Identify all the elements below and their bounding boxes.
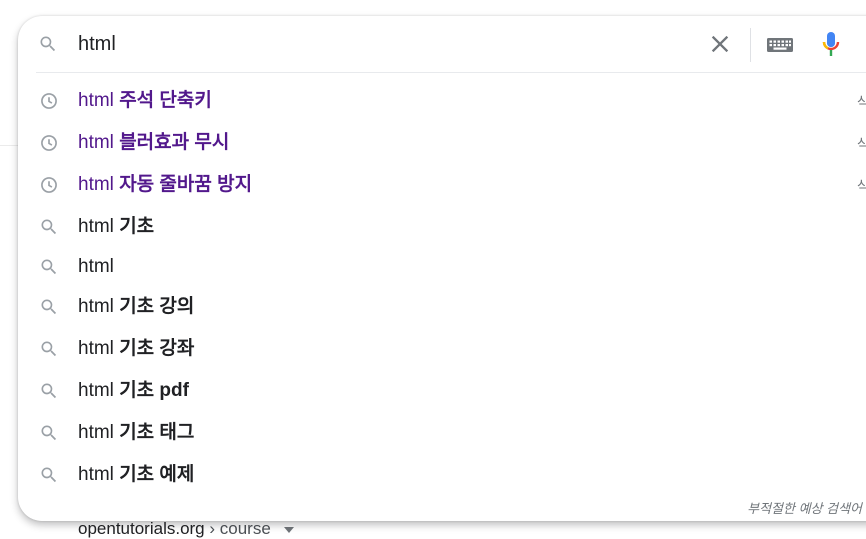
suggestion-text: html 기초 강좌 <box>78 338 194 360</box>
suggestion-text: html 자동 줄바꿈 방지 <box>78 174 252 196</box>
remove-link[interactable]: 삭 <box>857 134 866 154</box>
suggestion-item[interactable]: html 기초 강의 <box>18 286 866 328</box>
suggestion-prefix: html <box>78 422 114 443</box>
microphone-icon[interactable] <box>819 30 843 60</box>
search-bar: html <box>18 16 866 72</box>
search-icon <box>41 383 57 399</box>
suggestion-text: html 기초 예제 <box>78 464 194 486</box>
report-predictions-link[interactable]: 부적절한 예상 검색어 <box>747 498 862 517</box>
search-icon <box>40 36 56 52</box>
suggestion-prefix: html <box>78 464 114 485</box>
suggestion-prefix: html <box>78 380 114 401</box>
suggestion-prefix: html <box>78 90 114 111</box>
close-icon[interactable] <box>706 30 734 58</box>
result-domain: opentutorials.org <box>78 519 205 538</box>
suggestion-completion: 기초 태그 <box>119 422 195 443</box>
suggestion-text: html 기초 pdf <box>78 380 189 402</box>
suggestion-prefix: html <box>78 216 114 237</box>
suggestion-text: html <box>78 256 114 278</box>
suggestion-item[interactable]: html 기초 태그 <box>18 412 866 454</box>
keyboard-icon[interactable] <box>766 34 794 56</box>
result-path: › course <box>209 519 271 538</box>
search-icon <box>41 341 57 357</box>
remove-link[interactable]: 삭 <box>857 176 866 196</box>
suggestion-text: html 기초 강의 <box>78 296 194 318</box>
search-icon <box>41 219 57 235</box>
search-icon <box>41 425 57 441</box>
suggestion-completion: 기초 강의 <box>119 296 195 317</box>
suggestion-item[interactable]: html 기초 pdf <box>18 370 866 412</box>
suggestion-item[interactable]: html 자동 줄바꿈 방지 삭 <box>18 164 866 206</box>
suggestion-completion: 기초 강좌 <box>119 338 195 359</box>
suggestion-item[interactable]: html 기초 예제 <box>18 454 866 496</box>
suggestion-completion: 기초 예제 <box>119 464 195 485</box>
suggestion-text: html 블러효과 무시 <box>78 132 229 154</box>
search-divider <box>36 72 866 73</box>
background-result-url[interactable]: opentutorials.org › course <box>78 519 294 539</box>
suggestion-item[interactable]: html 블러효과 무시 삭 <box>18 122 866 164</box>
suggestion-prefix: html <box>78 338 114 359</box>
history-clock-icon <box>41 135 57 151</box>
search-icon <box>41 259 57 275</box>
toolbar-divider <box>750 28 751 62</box>
suggestion-item[interactable]: html <box>18 248 866 286</box>
suggestion-completion: 자동 줄바꿈 방지 <box>119 174 253 195</box>
background-divider <box>0 145 20 146</box>
suggestion-prefix: html <box>78 256 114 277</box>
suggestion-prefix: html <box>78 174 114 195</box>
search-icon <box>41 467 57 483</box>
suggestion-item[interactable]: html 기초 강좌 <box>18 328 866 370</box>
suggestion-completion: 주석 단축키 <box>119 90 212 111</box>
suggestion-text: html 주석 단축키 <box>78 90 212 112</box>
suggestion-text: html 기초 태그 <box>78 422 194 444</box>
suggestion-prefix: html <box>78 296 114 317</box>
suggestion-completion: 기초 <box>119 216 155 237</box>
search-icon <box>41 299 57 315</box>
suggestion-completion: 기초 pdf <box>119 380 189 401</box>
remove-link[interactable]: 삭 <box>857 92 866 112</box>
suggestion-text: html 기초 <box>78 216 154 238</box>
history-clock-icon <box>41 177 57 193</box>
suggestion-completion: 블러효과 무시 <box>119 132 230 153</box>
search-input[interactable]: html <box>78 32 116 56</box>
suggestion-item[interactable]: html 기초 <box>18 206 866 248</box>
suggestion-item[interactable]: html 주석 단축키 삭 <box>18 80 866 122</box>
history-clock-icon <box>41 93 57 109</box>
suggestion-prefix: html <box>78 132 114 153</box>
caret-down-icon[interactable] <box>283 526 294 533</box>
suggestion-list: html 주석 단축키 삭 html 블러효과 무시 삭 html 자동 줄바꿈… <box>18 80 866 496</box>
search-autocomplete-dropdown: html html 주석 단축키 삭 html 블러효과 무시 삭 html 자… <box>18 16 866 521</box>
